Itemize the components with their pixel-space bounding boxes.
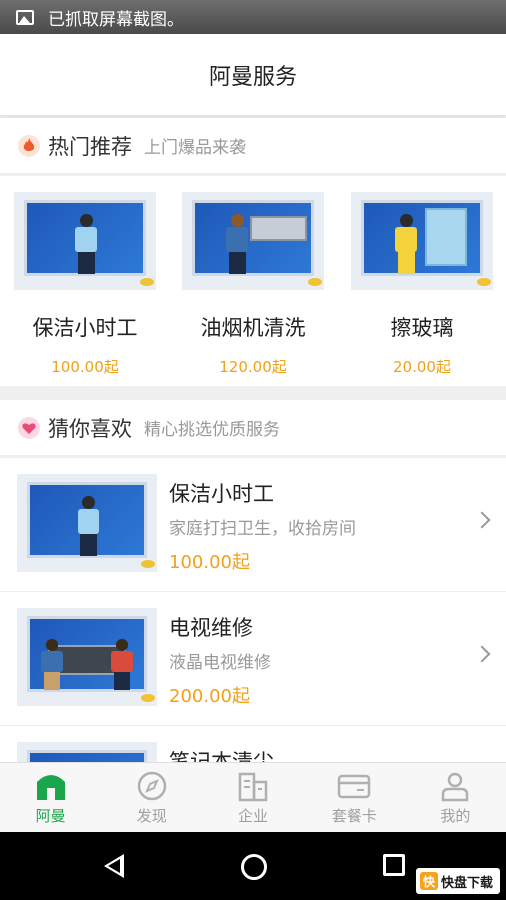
home-icon [34, 769, 68, 803]
chevron-right-icon [473, 645, 491, 663]
hot-item-price: 100.00起 [51, 358, 119, 376]
tab-enterprise[interactable]: 企业 [202, 763, 303, 832]
page-title: 阿曼服务 [208, 64, 297, 90]
guess-section-title: 猜你喜欢 [48, 416, 132, 441]
hot-items: 保洁小时工 100.00起 油烟机清洗 120.00起 擦玻璃 20.00起 [0, 176, 506, 386]
service-thumbnail [17, 742, 157, 762]
list-item-title: 保洁小时工 [169, 482, 274, 506]
tab-home[interactable]: 阿曼 [0, 763, 101, 832]
hot-item-name: 擦玻璃 [390, 316, 454, 340]
list-item-price: 100.00起 [169, 552, 250, 573]
tab-label: 我的 [440, 807, 471, 825]
list-item[interactable]: 保洁小时工 家庭打扫卫生，收拾房间 100.00起 [0, 458, 506, 592]
watermark-text: 快盘下载 [441, 875, 494, 891]
card-icon [337, 769, 371, 803]
back-icon [108, 859, 120, 873]
list-item-title: 电视维修 [169, 616, 253, 640]
guess-section-header: 猜你喜欢 精心挑选优质服务 [0, 400, 506, 456]
list-item-title: 笔记本清尘 [169, 750, 274, 762]
list-item[interactable]: 笔记本清尘 [0, 726, 506, 762]
hot-item-glass[interactable]: 擦玻璃 20.00起 [351, 192, 493, 377]
hot-item-price: 20.00起 [393, 358, 451, 376]
compass-icon [136, 769, 168, 803]
status-notification: 已抓取屏幕截图。 [48, 9, 184, 30]
service-thumbnail [17, 474, 157, 572]
hot-item-cleaning[interactable]: 保洁小时工 100.00起 [14, 192, 156, 377]
tab-label: 企业 [238, 807, 269, 825]
service-list: 保洁小时工 家庭打扫卫生，收拾房间 100.00起 电视维修 液晶电视维修 20… [0, 458, 506, 762]
fire-icon [18, 134, 40, 157]
list-item-desc: 液晶电视维修 [169, 653, 271, 673]
hot-section-header: 热门推荐 上门爆品来袭 [0, 118, 506, 174]
image-icon [16, 9, 34, 25]
tab-label: 套餐卡 [331, 807, 377, 825]
service-thumbnail [17, 608, 157, 706]
chevron-right-icon [473, 511, 491, 529]
watermark: 快 快盘下载 [416, 868, 500, 894]
tab-label: 发现 [136, 807, 167, 825]
hot-section-title: 热门推荐 [48, 134, 132, 159]
list-item-desc: 家庭打扫卫生，收拾房间 [169, 519, 356, 539]
service-thumbnail [182, 192, 324, 290]
tab-mine[interactable]: 我的 [405, 763, 506, 832]
hot-section-subtitle: 上门爆品来袭 [144, 138, 246, 158]
home-button[interactable] [241, 854, 267, 880]
hot-item-price: 120.00起 [219, 358, 287, 376]
building-icon [237, 769, 269, 803]
service-thumbnail [351, 192, 493, 290]
system-nav-bar: 快 快盘下载 [0, 832, 506, 900]
tab-package-card[interactable]: 套餐卡 [304, 763, 405, 832]
tab-bar: 阿曼 发现 企业 套餐卡 我的 [0, 762, 506, 832]
title-bar: 阿曼服务 [0, 34, 506, 116]
tab-discover[interactable]: 发现 [101, 763, 202, 832]
status-bar: 已抓取屏幕截图。 [0, 0, 506, 34]
watermark-logo: 快 [420, 872, 438, 890]
tab-label: 阿曼 [35, 807, 66, 825]
service-thumbnail [14, 192, 156, 290]
person-icon [439, 769, 471, 803]
hot-item-name: 保洁小时工 [32, 316, 138, 340]
hot-item-name: 油烟机清洗 [200, 316, 306, 340]
guess-section-subtitle: 精心挑选优质服务 [144, 420, 280, 440]
hot-item-hood[interactable]: 油烟机清洗 120.00起 [182, 192, 324, 377]
list-item[interactable]: 电视维修 液晶电视维修 200.00起 [0, 592, 506, 726]
list-item-price: 200.00起 [169, 686, 250, 707]
heart-icon [18, 416, 40, 439]
recents-button[interactable] [383, 854, 405, 876]
